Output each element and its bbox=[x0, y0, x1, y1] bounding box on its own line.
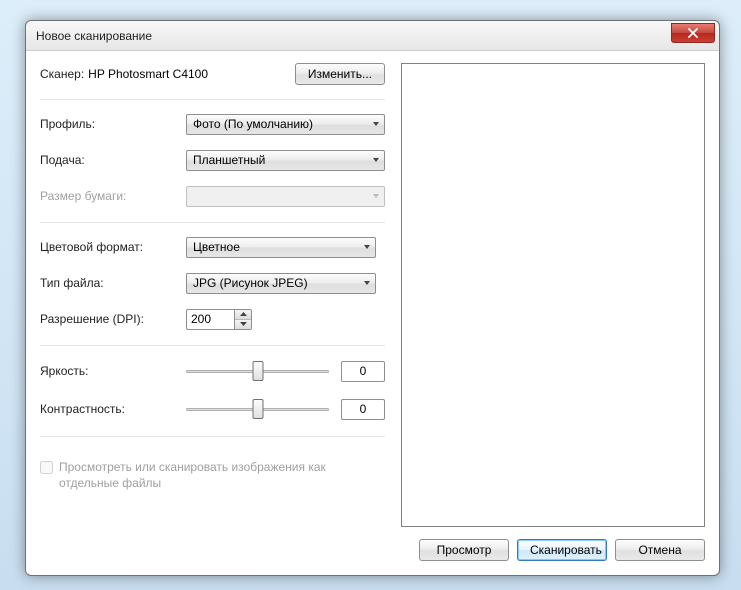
chevron-down-icon bbox=[372, 120, 380, 128]
profile-value: Фото (По умолчанию) bbox=[193, 117, 372, 131]
separate-files-checkbox bbox=[40, 461, 53, 474]
footer-buttons: Просмотр Сканировать Отмена bbox=[40, 539, 705, 561]
upper-area: Сканер: HP Photosmart C4100 Изменить... … bbox=[40, 63, 705, 527]
chevron-down-icon bbox=[372, 192, 380, 200]
separate-files-label: Просмотреть или сканировать изображения … bbox=[59, 459, 385, 491]
chevron-down-icon bbox=[363, 279, 371, 287]
profile-row: Профиль: Фото (По умолчанию) bbox=[40, 108, 385, 140]
contrast-label: Контрастность: bbox=[40, 402, 186, 416]
chevron-down-icon bbox=[240, 322, 247, 326]
window-title: Новое сканирование bbox=[36, 29, 671, 43]
slider-thumb[interactable] bbox=[252, 399, 263, 419]
contrast-value[interactable] bbox=[341, 399, 385, 420]
preview-area[interactable] bbox=[401, 63, 705, 527]
color-format-row: Цветовой формат: Цветное bbox=[40, 231, 385, 263]
source-label: Подача: bbox=[40, 153, 186, 167]
resolution-row: Разрешение (DPI): bbox=[40, 303, 385, 335]
profile-label: Профиль: bbox=[40, 117, 186, 131]
chevron-down-icon bbox=[372, 156, 380, 164]
separate-files-row: Просмотреть или сканировать изображения … bbox=[40, 459, 385, 491]
scanner-label: Сканер: bbox=[40, 67, 84, 81]
brightness-slider[interactable] bbox=[186, 361, 329, 381]
close-button[interactable] bbox=[671, 23, 715, 43]
scan-button[interactable]: Сканировать bbox=[517, 539, 607, 561]
scanner-name: HP Photosmart C4100 bbox=[88, 67, 208, 81]
color-format-value: Цветное bbox=[193, 240, 363, 254]
profile-dropdown[interactable]: Фото (По умолчанию) bbox=[186, 114, 385, 135]
brightness-value[interactable] bbox=[341, 361, 385, 382]
settings-pane: Сканер: HP Photosmart C4100 Изменить... … bbox=[40, 63, 385, 527]
chevron-down-icon bbox=[363, 243, 371, 251]
source-dropdown[interactable]: Планшетный bbox=[186, 150, 385, 171]
slider-thumb[interactable] bbox=[252, 361, 263, 381]
chevron-up-icon bbox=[240, 312, 247, 316]
file-type-dropdown[interactable]: JPG (Рисунок JPEG) bbox=[186, 273, 376, 294]
spin-up-button[interactable] bbox=[235, 310, 251, 320]
source-value: Планшетный bbox=[193, 153, 372, 167]
spin-down-button[interactable] bbox=[235, 320, 251, 329]
paper-size-dropdown bbox=[186, 186, 385, 207]
dialog-window: Новое сканирование Сканер: HP Photosmart… bbox=[25, 20, 720, 576]
contrast-row: Контрастность: bbox=[40, 392, 385, 426]
scanner-row: Сканер: HP Photosmart C4100 Изменить... bbox=[40, 63, 385, 85]
color-format-dropdown[interactable]: Цветное bbox=[186, 237, 376, 258]
resolution-input[interactable] bbox=[186, 309, 234, 330]
separator bbox=[40, 222, 385, 223]
color-format-label: Цветовой формат: bbox=[40, 240, 186, 254]
brightness-row: Яркость: bbox=[40, 354, 385, 388]
preview-button[interactable]: Просмотр bbox=[419, 539, 509, 561]
separator bbox=[40, 345, 385, 346]
change-scanner-button[interactable]: Изменить... bbox=[295, 63, 385, 85]
paper-size-label: Размер бумаги: bbox=[40, 189, 186, 203]
resolution-spinner[interactable] bbox=[186, 309, 252, 330]
file-type-value: JPG (Рисунок JPEG) bbox=[193, 276, 363, 290]
client-area: Сканер: HP Photosmart C4100 Изменить... … bbox=[26, 51, 719, 575]
resolution-label: Разрешение (DPI): bbox=[40, 312, 186, 326]
source-row: Подача: Планшетный bbox=[40, 144, 385, 176]
separator bbox=[40, 436, 385, 437]
close-icon bbox=[688, 28, 698, 38]
file-type-label: Тип файла: bbox=[40, 276, 186, 290]
brightness-label: Яркость: bbox=[40, 364, 186, 378]
titlebar[interactable]: Новое сканирование bbox=[26, 21, 719, 51]
contrast-slider[interactable] bbox=[186, 399, 329, 419]
paper-size-row: Размер бумаги: bbox=[40, 180, 385, 212]
spin-buttons bbox=[234, 309, 252, 330]
cancel-button[interactable]: Отмена bbox=[615, 539, 705, 561]
separator bbox=[40, 99, 385, 100]
file-type-row: Тип файла: JPG (Рисунок JPEG) bbox=[40, 267, 385, 299]
